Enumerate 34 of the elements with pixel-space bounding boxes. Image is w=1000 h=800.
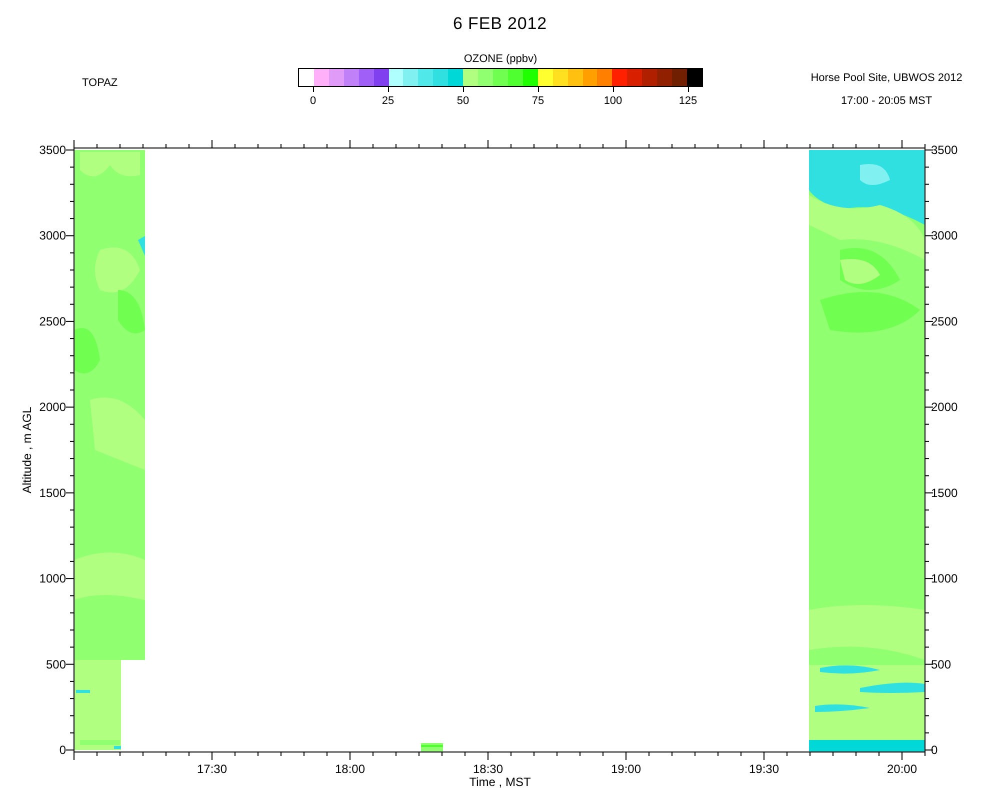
y-tick-label: 2000: [931, 400, 958, 414]
colorbar-tick-label: 50: [456, 94, 470, 108]
x-axis-label: Time , MST: [469, 775, 531, 789]
y-axis-label: Altitude , m AGL: [20, 406, 34, 494]
y-tick-label: 500: [46, 657, 66, 672]
x-tick-label: 19:30: [748, 762, 780, 776]
site-label: Horse Pool Site, UBWOS 2012: [810, 71, 962, 86]
y-tick-label: 3500: [39, 143, 66, 157]
colorbar-tick-label: 100: [604, 94, 622, 108]
y-tick-label: 1000: [931, 572, 958, 586]
x-tick-label: 18:00: [334, 762, 366, 776]
y-tick-label: 3000: [931, 228, 958, 243]
colorbar-tick-label: 0: [310, 94, 316, 108]
y-tick-label: 3000: [39, 228, 66, 243]
y-tick-label: 1000: [39, 572, 66, 586]
y-tick-label: 2500: [39, 314, 66, 328]
x-tick-label: 18:30: [472, 762, 504, 776]
x-tick-label: 17:30: [196, 762, 228, 776]
instrument-label: TOPAZ: [82, 77, 118, 89]
colorbar-tick-label: 75: [532, 94, 544, 108]
time-range-label: 17:00 - 20:05 MST: [840, 94, 932, 108]
y-tick-label: 1500: [931, 486, 958, 500]
y-tick-label: 1500: [39, 486, 66, 500]
chart-title: 6 FEB 2012: [452, 14, 548, 34]
colorbar-tick-label: 25: [382, 94, 394, 108]
colorbar-title: OZONE (ppbv): [464, 52, 538, 66]
colorbar-tick-label: 125: [678, 94, 698, 108]
y-tick-label: 2500: [931, 314, 958, 328]
y-tick-label: 2000: [39, 400, 66, 414]
x-tick-label: 19:00: [610, 762, 642, 776]
y-tick-label: 0: [59, 743, 66, 757]
y-tick-label: 3500: [931, 143, 958, 157]
x-tick-label: 20:00: [886, 762, 918, 776]
y-tick-label: 500: [931, 657, 952, 672]
